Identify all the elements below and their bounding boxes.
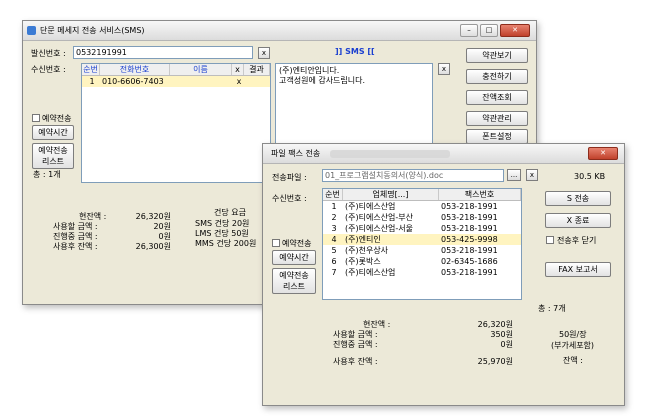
fax-remaining-label: 잔액 : [563,356,583,365]
cell-no: 2 [331,213,337,222]
cell-fax: 02-6345-1686 [441,257,498,266]
font-settings-button[interactable]: 폰트설정 [466,129,528,144]
fax-recipient-label: 수신번호 : [272,194,307,203]
cell-company: (주)티에스산업 [345,268,396,277]
close-button[interactable]: X 종료 [545,213,611,228]
cell-fax: 053-218-1991 [441,268,498,277]
cell-company: (주)롯박스 [345,257,381,266]
close-after-send-label: 전송후 닫기 [557,236,597,245]
message-clear-button[interactable]: x [438,63,450,75]
fax-report-button[interactable]: FAX 보고서 [545,262,611,277]
file-clear-button[interactable]: x [526,169,538,181]
sms-title: 단문 메세지 전송 서비스(SMS) [40,26,145,35]
fax-reserve-checkbox[interactable] [272,239,280,247]
sms-total: 총 : 1개 [33,170,61,179]
sender-label: 발신번호 : [31,49,66,58]
fax-titlebar: 파일 팩스 전송 [263,144,624,164]
reserve-time-button[interactable]: 예약시간 [32,125,74,140]
browse-button[interactable]: ... [507,169,521,181]
cell-fax: 053-218-1991 [441,224,498,233]
message-line-1: (주)엔티안입니다. [279,66,340,75]
fax-close-window-button[interactable]: ✕ [588,147,618,160]
fax-reserve-time-button[interactable]: 예약시간 [272,250,316,265]
reserve-checkbox[interactable] [32,114,40,122]
terms-view-button[interactable]: 약관보기 [466,48,528,63]
fax-reserve-list-button[interactable]: 예약전송 리스트 [272,268,316,294]
reserve-list-button[interactable]: 예약전송 리스트 [32,143,74,169]
send-button[interactable]: S 전송 [545,191,611,206]
cell-no: 1 [331,202,337,211]
sender-clear-button[interactable]: x [258,47,270,59]
reserve-checkbox-label: 예약전송 [42,114,72,123]
message-line-2: 고객성원에 감사드립니다. [279,76,366,85]
cell-no: 3 [331,224,337,233]
cell-company: (주)티에스산업 [345,202,396,211]
col-header-name[interactable]: 이름 [170,64,232,75]
terms-manage-button[interactable]: 약관관리 [466,111,528,126]
cell-no: 6 [331,257,337,266]
cell-fax: 053-218-1991 [441,202,498,211]
sms-balance: 현잔액 :26,320원 사용할 금액 :20원 진행중 금액 :0원 사용후 … [53,212,171,251]
col-header-fax[interactable]: 팩스번호 [439,189,521,200]
cell-no: 7 [331,268,337,277]
col-header-company[interactable]: 업체명[...] [343,189,439,200]
col-header-x[interactable]: x [232,64,244,75]
table-row[interactable]: 6 (주)롯박스 02-6345-1686 [323,256,521,267]
fax-vat: (부가세포함) [551,341,595,350]
app-icon [27,26,36,35]
cell-no: 5 [331,246,337,255]
col-header-phone[interactable]: 전화번호 [100,64,170,75]
sender-input[interactable]: 0532191991 [73,46,253,59]
close-button[interactable]: ✕ [500,24,530,37]
table-row[interactable]: 3 (주)티에스산업-서울 053-218-1991 [323,223,521,234]
fax-reserve-checkbox-label: 예약전송 [282,239,312,248]
fax-window: 파일 팩스 전송 ✕ 전송파일 : 01_프로그램설치동의서(양식).doc .… [262,143,625,406]
file-input[interactable]: 01_프로그램설치동의서(양식).doc [322,169,504,182]
table-row[interactable]: 5 (주)천우상사 053-218-1991 [323,245,521,256]
maximize-button[interactable]: □ [480,24,498,37]
sms-recipient-grid[interactable]: 순번 전화번호 이름 x 결과 1 010-6606-7403 x [81,63,271,183]
charge-button[interactable]: 충전하기 [466,69,528,84]
fax-recipient-grid[interactable]: 순번 업체명[...] 팩스번호 1 (주)티에스산업 053-218-1991 2 (… [322,188,522,300]
cell-company: (주)엔티인 [345,235,381,244]
col-header-no[interactable]: 순번 [82,64,100,75]
balance-check-button[interactable]: 잔액조회 [466,90,528,105]
col-header-no[interactable]: 순번 [323,189,343,200]
table-row[interactable]: 7 (주)티에스산업 053-218-1991 [323,267,521,278]
cell-fax: 053-218-1991 [441,213,498,222]
sms-rates: 건당 요금 SMS 건당 20원 LMS 건당 50원 MMS 건당 200원 [195,208,257,248]
cell-company: (주)천우상사 [345,246,389,255]
row-delete-button[interactable]: x [232,76,244,87]
table-row[interactable]: 1 (주)티에스산업 053-218-1991 [323,201,521,212]
file-label: 전송파일 : [272,173,307,182]
fax-balance: 현잔액 :26,320원 사용할 금액 :350원 진행중 금액 :0원 사용후… [333,320,513,366]
recipient-label: 수신번호 : [31,65,66,74]
minimize-button[interactable]: – [460,24,478,37]
cell-fax: 053-218-1991 [441,246,498,255]
col-header-result[interactable]: 결과 [244,64,270,75]
cell-fax: 053-425-9998 [441,235,498,244]
table-row[interactable]: 2 (주)티에스산업-부산 053-218-1991 [323,212,521,223]
close-after-send-checkbox[interactable] [546,236,554,244]
file-size: 30.5 KB [574,172,606,181]
cell-company: (주)티에스산업-부산 [345,213,414,222]
table-row[interactable]: 1 010-6606-7403 x [82,76,270,87]
fax-title: 파일 팩스 전송 [271,149,321,158]
table-row[interactable]: 4 (주)엔티인 053-425-9998 [323,234,521,245]
sms-banner: ]] SMS [[ [335,47,375,56]
cell-no: 4 [331,235,337,244]
cell-company: (주)티에스산업-서울 [345,224,414,233]
fax-total: 총 : 7개 [538,304,566,313]
fax-rate: 50원/장 [559,330,587,339]
